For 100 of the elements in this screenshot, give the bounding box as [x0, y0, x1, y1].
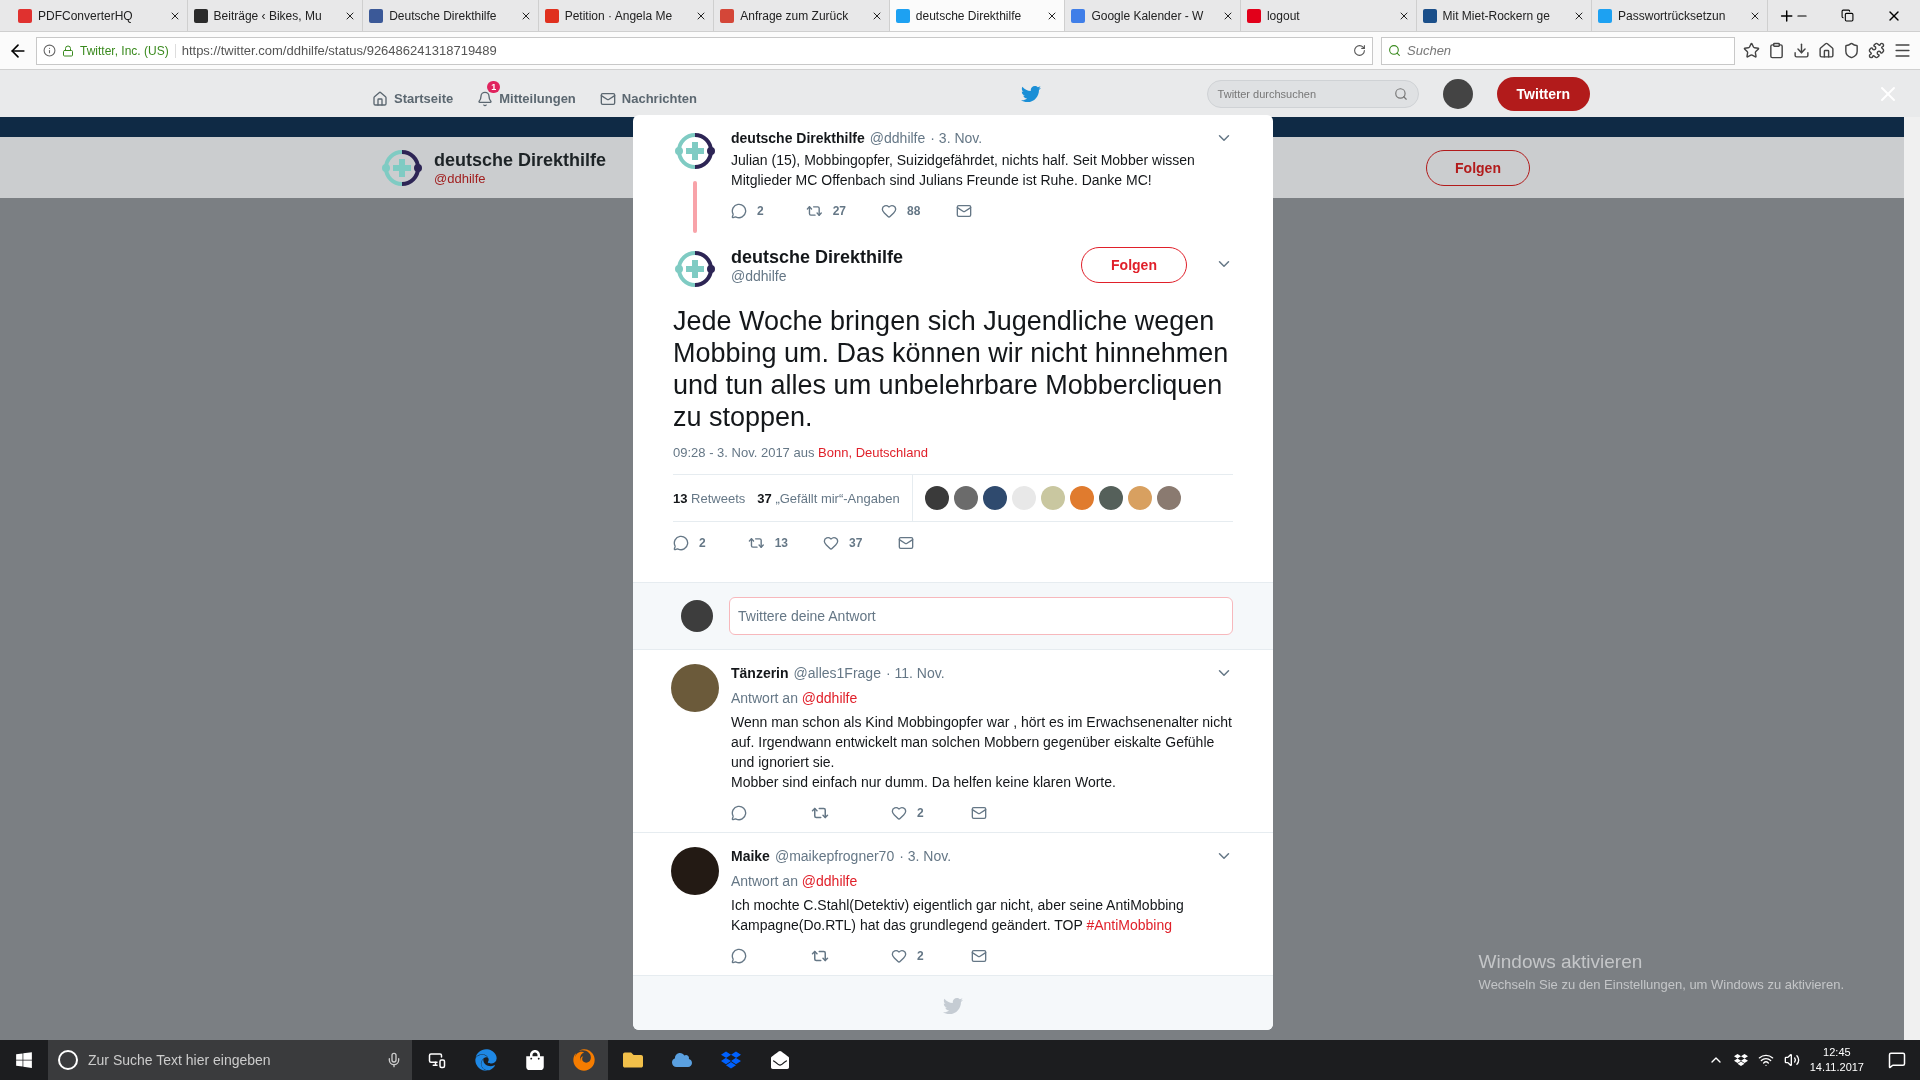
- nav-link[interactable]: Startseite: [372, 80, 454, 107]
- reply-to-text: Antwort an @ddhilfe: [731, 690, 859, 706]
- thread-line: [693, 181, 697, 233]
- browser-tab[interactable]: Beiträge ‹ Bikes, Mu: [187, 0, 364, 31]
- heart-icon[interactable]: [881, 203, 897, 219]
- tweet-text: Julian (15), Mobbingopfer, Suizidgefährdet, nichts half. Seit Mobber wissen Mitglieder MC Offenbach sind Julians Freunde ist Ruhe. Danke MC!: [731, 151, 1196, 190]
- tweet-text: Jede Woche bringen sich Jugendliche wegen Mobbing um. Das können wir nicht hinnehmen und tun alles um unbelehrbare Mobbercliquen zu stoppen.: [672, 305, 1230, 433]
- reply-icon[interactable]: [731, 203, 747, 219]
- reply-icon[interactable]: [673, 535, 689, 551]
- like-button[interactable]: 88: [881, 203, 921, 219]
- home-icon: [372, 90, 388, 107]
- browser-tab[interactable]: Petition · Angela Me: [538, 0, 715, 31]
- notification-badge: 1: [487, 80, 501, 93]
- microphone-icon[interactable]: [386, 1052, 402, 1068]
- nav-link[interactable]: Nachrichten: [599, 80, 697, 107]
- tweet-date[interactable]: · 3. Nov.: [930, 130, 983, 146]
- browser-tab[interactable]: Mit Miet-Rockern ge: [1416, 0, 1593, 31]
- browser-tab[interactable]: PDFConverterHQ: [12, 0, 188, 31]
- firefox-icon[interactable]: [559, 1040, 608, 1080]
- liker-avatar[interactable]: [953, 486, 978, 510]
- like-button[interactable]: 37: [823, 535, 863, 551]
- reply-button[interactable]: 2: [673, 535, 713, 551]
- reply-icon[interactable]: [731, 948, 747, 964]
- download-icon[interactable]: [1793, 42, 1810, 59]
- retweet-button[interactable]: 27: [806, 202, 846, 220]
- scrollbar[interactable]: [1904, 117, 1920, 1040]
- author-name[interactable]: Tänzerin: [731, 665, 789, 681]
- address-field[interactable]: Twitter, Inc. (US) https://twitter.com/ddhilfe/status/926486241318719489: [36, 36, 1373, 65]
- clipboard-icon[interactable]: [1768, 42, 1785, 59]
- bird-logo-icon: [1020, 83, 1041, 104]
- volume-icon[interactable]: [1783, 1052, 1800, 1068]
- tweet-button[interactable]: Twittern: [1496, 76, 1590, 111]
- dropbox-icon[interactable]: [1733, 1053, 1748, 1067]
- lock-icon: [62, 44, 74, 57]
- reply-input[interactable]: Twittere deine Antwort: [729, 597, 1233, 635]
- tweet-date[interactable]: · 3. Nov.: [899, 848, 952, 864]
- liker-avatar[interactable]: [1098, 486, 1123, 510]
- photo-avatar[interactable]: [671, 847, 719, 895]
- like-button[interactable]: 2: [891, 805, 931, 821]
- activation-title: Windows aktivieren: [1478, 951, 1644, 973]
- home-icon[interactable]: [1818, 42, 1835, 59]
- info-icon[interactable]: [43, 44, 56, 57]
- network-icon[interactable]: [1757, 1052, 1774, 1068]
- taskbar-search-field[interactable]: Zur Suche Text hier eingeben: [48, 1040, 412, 1080]
- mention-link[interactable]: @ddhilfe: [801, 690, 858, 706]
- like-count[interactable]: 37 „Gefällt mir“-Angaben: [757, 490, 912, 506]
- reply-icon[interactable]: [731, 805, 747, 821]
- author-handle[interactable]: @ddhilfe: [869, 130, 926, 146]
- heart-icon[interactable]: [823, 535, 839, 551]
- hashtag-link[interactable]: #AntiMobbing: [1086, 917, 1173, 933]
- retweet-count[interactable]: 13 Retweets: [673, 490, 758, 506]
- restore-icon[interactable]: [1841, 9, 1855, 22]
- reply-to-text: Antwort an @ddhilfe: [731, 873, 859, 889]
- browser-tab[interactable]: Deutsche Direkthilfe: [363, 0, 539, 31]
- puzzle-icon[interactable]: [1868, 42, 1885, 59]
- author-handle[interactable]: @alles1Frage: [793, 665, 881, 681]
- browser-tab[interactable]: logout: [1240, 0, 1417, 31]
- profile-name: deutsche Direkthilfe: [434, 149, 607, 171]
- author-handle[interactable]: @maikepfrogner70: [774, 848, 895, 864]
- notifications-icon[interactable]: [1888, 1051, 1906, 1069]
- profile-handle[interactable]: @ddhilfe: [434, 170, 607, 186]
- reply-button[interactable]: 2: [731, 203, 771, 219]
- location-link[interactable]: Bonn, Deutschland: [818, 445, 928, 460]
- author-name[interactable]: deutsche Direkthilfe: [731, 247, 1067, 268]
- liker-avatar[interactable]: [924, 486, 949, 510]
- menu-icon[interactable]: [1893, 41, 1912, 60]
- search-field[interactable]: Suchen: [1381, 36, 1735, 65]
- author-name[interactable]: deutsche Direkthilfe: [731, 130, 865, 146]
- mention-link[interactable]: @ddhilfe: [801, 873, 858, 889]
- like-button[interactable]: 2: [891, 948, 931, 964]
- activation-text: Wechseln Sie zu den Einstellungen, um Windows zu aktivieren.: [1478, 977, 1844, 992]
- user-avatar: [681, 600, 713, 632]
- reload-icon[interactable]: [1353, 44, 1366, 57]
- liker-avatar[interactable]: [982, 486, 1007, 510]
- search-icon: [1393, 86, 1408, 101]
- twitter-search-field[interactable]: Twitter durchsuchen: [1206, 79, 1419, 108]
- windows-icon[interactable]: [15, 1051, 33, 1069]
- nav-link[interactable]: 1 Mitteilungen: [477, 80, 576, 107]
- clock[interactable]: 12:45 14.11.2017: [1809, 1045, 1864, 1075]
- mail-icon: [599, 90, 616, 107]
- tweet-date[interactable]: · 11. Nov.: [885, 665, 945, 681]
- browser-tab[interactable]: Passwortrücksetzun: [1592, 0, 1768, 31]
- retweet-button[interactable]: 13: [748, 534, 788, 552]
- browser-tab[interactable]: Anfrage zum Zurück: [714, 0, 890, 31]
- search-icon: [1388, 44, 1401, 57]
- heart-icon[interactable]: [891, 948, 907, 964]
- browser-tab[interactable]: deutsche Direkthilfe: [889, 0, 1066, 31]
- tweet-text: Ich mochte C.Stahl(Detektiv) eigentlich gar nicht, aber seine AntiMobbing Kampagne(Do.RTL) hat das grundlegend geändert. TOP #AntiMobbing: [731, 896, 1185, 935]
- shield-icon[interactable]: [1843, 42, 1860, 59]
- tweet-timestamp: 09:28 - 3. Nov. 2017 aus Bonn, Deutschland: [672, 444, 929, 460]
- author-handle[interactable]: @ddhilfe: [731, 268, 1067, 284]
- photo-avatar[interactable]: [671, 664, 719, 712]
- star-icon[interactable]: [1743, 42, 1760, 59]
- profile-avatar[interactable]: [1442, 78, 1473, 109]
- browser-tab[interactable]: Google Kalender - W: [1065, 0, 1241, 31]
- bird-logo-icon: [943, 996, 963, 1016]
- author-name[interactable]: Maike: [731, 848, 770, 864]
- heart-icon[interactable]: [891, 805, 907, 821]
- follow-button[interactable]: Folgen: [1081, 247, 1187, 283]
- bell-icon: [477, 90, 494, 107]
